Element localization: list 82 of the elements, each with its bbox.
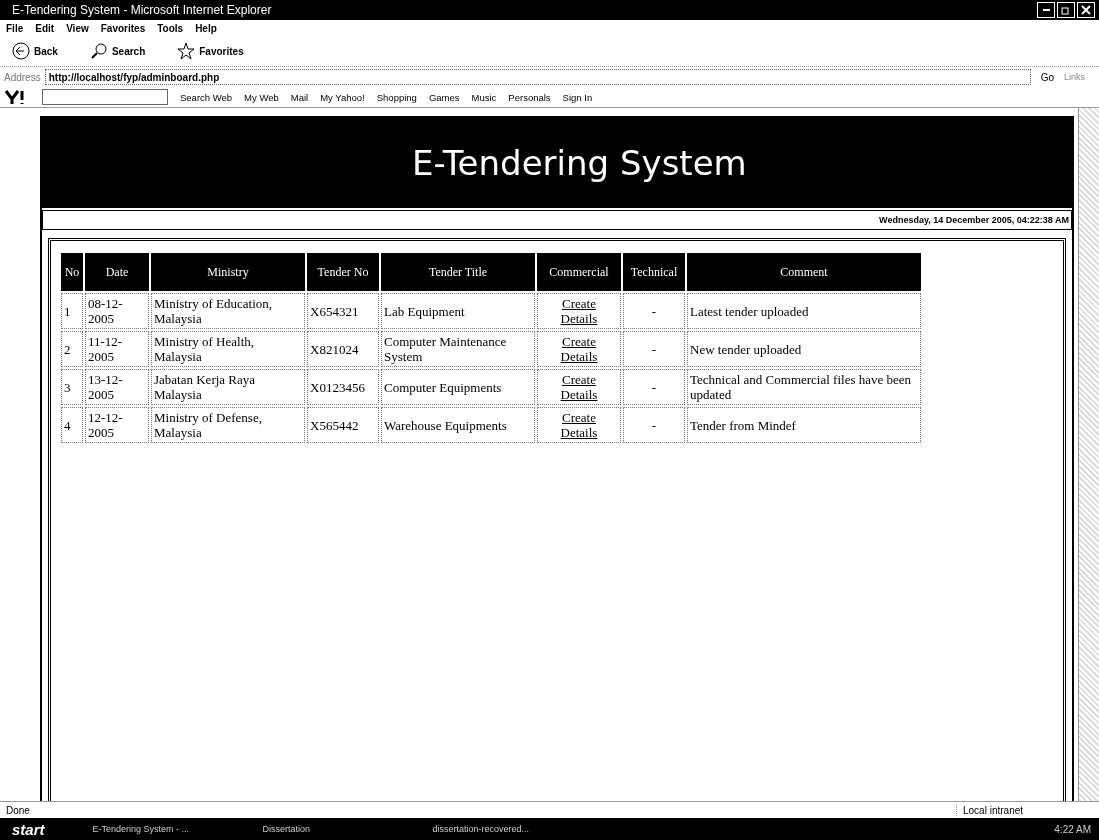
page-title: E-Tendering System [412,143,747,183]
status-text: Done [6,804,30,816]
clock: 4:22 AM [1054,823,1091,835]
column-header: Date [85,253,149,291]
table-cell: - [623,293,685,329]
table-cell: 08-12-2005 [85,293,149,329]
table-cell: Computer Maintenance System [381,331,535,367]
table-link[interactable]: Details [560,425,598,440]
table-cell: Tender from Mindef [687,407,921,443]
address-label: Address [4,71,41,83]
table-cell: 12-12-2005 [85,407,149,443]
table-link[interactable]: Create [562,334,596,349]
toolbar-button[interactable]: Search [83,41,152,61]
column-header: Tender Title [381,253,535,291]
menu-item[interactable]: Help [195,22,217,34]
table-cell: 11-12-2005 [85,331,149,367]
address-field[interactable]: http://localhost/fyp/adminboard.php [44,69,1031,85]
close-icon [1081,5,1091,15]
toolbar-button[interactable]: Shopping [376,91,417,103]
menu-item[interactable]: File [6,22,24,34]
column-header: Commercial [537,253,621,291]
links-button[interactable]: Links [1064,72,1085,82]
table-cell: Warehouse Equipments [381,407,535,443]
table-cell: - [623,331,685,367]
table-cell: 4 [61,407,83,443]
menu-item[interactable]: Favorites [100,22,146,34]
table-cell: Ministry of Education, Malaysia [151,293,305,329]
column-header: Ministry [151,253,305,291]
toolbar-button[interactable]: My Yahoo! [320,91,365,103]
restore-icon [1061,5,1071,15]
zone-text: Local intranet [956,804,1093,816]
table-cell: X654321 [307,293,379,329]
restore-button[interactable] [1057,2,1075,18]
toolbar-button[interactable]: Search Web [180,91,233,103]
table-cell: - [623,369,685,405]
table-cell: 3 [61,369,83,405]
table-link[interactable]: Details [560,311,598,326]
menu-item[interactable]: Tools [157,22,184,34]
minimize-button[interactable] [1037,2,1055,18]
column-header: Tender No [307,253,379,291]
toolbar-button[interactable]: Personals [508,91,551,103]
table-cell: Technical and Commercial files have been updated [687,369,921,405]
table-cell: X0123456 [307,369,379,405]
table-cell: 2 [61,331,83,367]
table-cell: 13-12-2005 [85,369,149,405]
toolbar-button[interactable]: Mail [290,91,309,103]
go-button[interactable]: Go [1034,70,1060,84]
table-cell: X565442 [307,407,379,443]
back-icon [12,42,30,60]
table-cell: Jabatan Kerja Raya Malaysia [151,369,305,405]
table-cell: Lab Equipment [381,293,535,329]
table-cell: Computer Equipments [381,369,535,405]
table-link[interactable]: Create [562,372,596,387]
column-header: Technical [623,253,685,291]
table-link[interactable]: Details [560,349,598,364]
table-cell: Latest tender uploaded [687,293,921,329]
toolbar-button[interactable]: Sign In [562,91,593,103]
toolbar-button[interactable]: Favorites [171,41,250,61]
table-link[interactable]: Create [562,410,596,425]
table-cell: New tender uploaded [687,331,921,367]
table-cell: - [623,407,685,443]
minimize-icon [1042,9,1050,11]
window-title: E-Tendering System - Microsoft Internet Explorer [12,3,272,17]
toolbar-button[interactable]: Back [6,41,64,61]
table-link[interactable]: Details [560,387,598,402]
menu-item[interactable]: Edit [35,22,55,34]
table-cell: Ministry of Health, Malaysia [151,331,305,367]
table-cell: 1 [61,293,83,329]
toolbar-button[interactable]: Games [428,91,460,103]
column-header: Comment [687,253,921,291]
toolbar-button[interactable]: Music [471,91,497,103]
toolbar-button[interactable]: My Web [244,91,279,103]
date-time: Wednesday, 14 December 2005, 04:22:38 AM [879,215,1069,225]
menu-item[interactable]: View [66,22,89,34]
table-link[interactable]: Create [562,296,596,311]
search-field[interactable] [42,89,168,105]
close-button[interactable] [1077,2,1095,18]
star-icon [177,42,196,60]
table-cell: X821024 [307,331,379,367]
column-header: No [61,253,83,291]
table-cell: Ministry of Defense, Malaysia [151,407,305,443]
search-icon [89,42,108,60]
